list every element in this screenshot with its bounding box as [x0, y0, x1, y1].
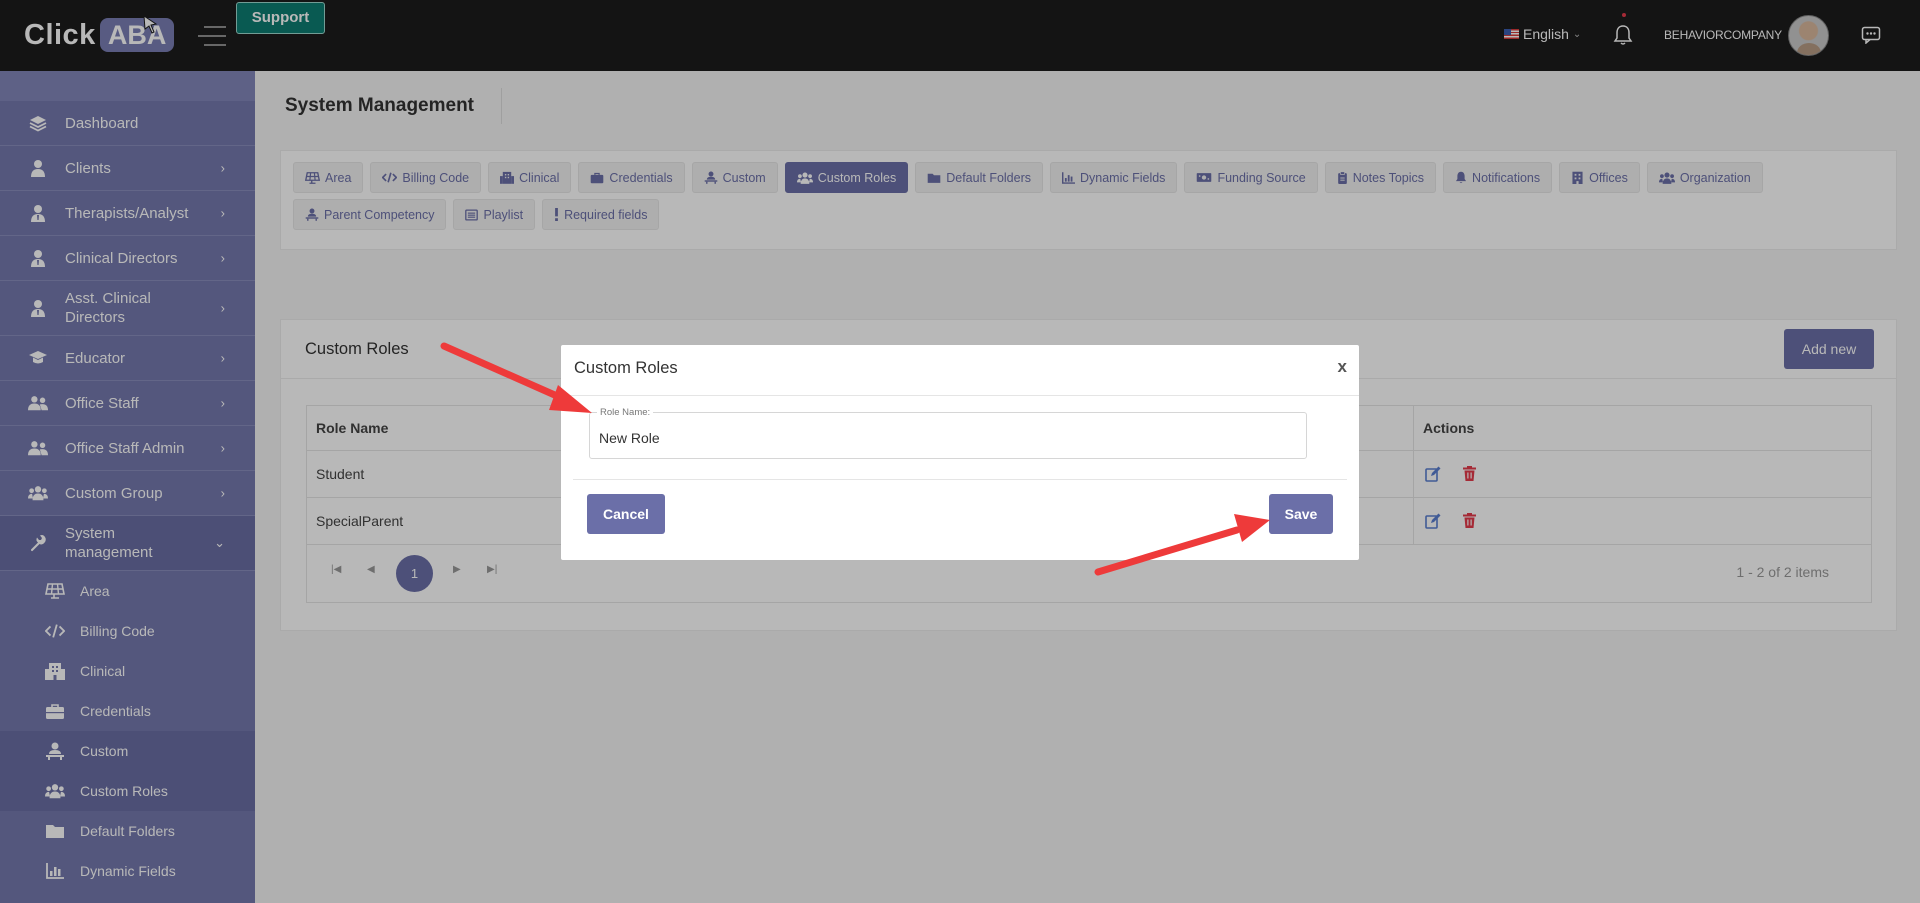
custom-roles-dialog: Custom Roles x Role Name: Cancel Save: [561, 345, 1359, 560]
save-button[interactable]: Save: [1269, 494, 1333, 534]
cancel-button[interactable]: Cancel: [587, 494, 665, 534]
role-name-field: Role Name:: [589, 407, 1307, 459]
close-button[interactable]: x: [1338, 357, 1347, 377]
dialog-divider: [561, 395, 1359, 396]
role-name-label: Role Name:: [597, 407, 654, 418]
role-name-input[interactable]: [599, 430, 1289, 446]
dialog-title: Custom Roles: [574, 359, 678, 377]
dialog-divider: [573, 479, 1347, 480]
